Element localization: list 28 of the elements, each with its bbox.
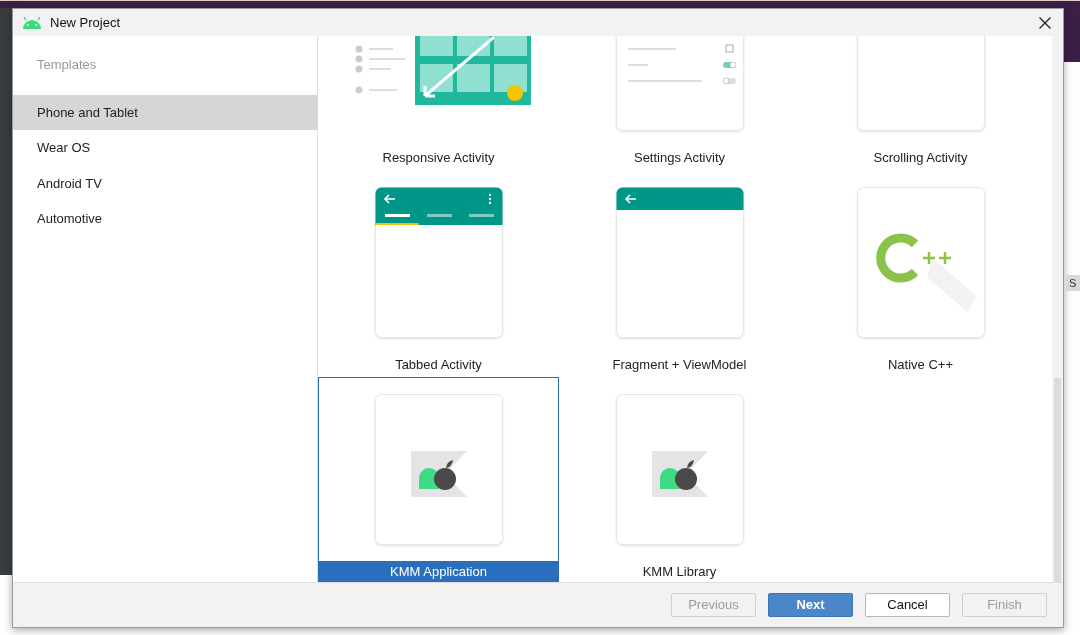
android-icon xyxy=(22,16,42,29)
window-title: New Project xyxy=(50,13,121,32)
template-label: Settings Activity xyxy=(632,149,726,167)
template-label: Fragment + ViewModel xyxy=(611,356,748,374)
scrollbar[interactable] xyxy=(1052,36,1063,582)
dialog-button[interactable]: Cancel xyxy=(865,593,950,617)
sidebar-item[interactable]: Android TV xyxy=(13,165,317,201)
dialog-button[interactable]: Next xyxy=(768,593,853,617)
close-icon xyxy=(1039,16,1051,29)
background-text: S xyxy=(1066,275,1080,291)
template-label: Tabbed Activity xyxy=(394,356,483,374)
template-label: KMM Library xyxy=(641,563,718,581)
template-tile[interactable]: Scrolling Activity xyxy=(800,36,1041,170)
sidebar-item[interactable]: Wear OS xyxy=(13,130,317,166)
sidebar-item[interactable]: Automotive xyxy=(13,201,317,237)
template-tile[interactable]: KMM Application xyxy=(318,377,559,582)
sidebar-item[interactable]: Phone and Tablet xyxy=(13,94,317,130)
template-label: KMM Application xyxy=(319,561,558,582)
template-tile[interactable]: KMM Library xyxy=(559,377,800,582)
template-tile[interactable]: Fragment + ViewModel xyxy=(559,170,800,377)
template-tile[interactable]: Native C++ xyxy=(800,170,1041,377)
template-label: Responsive Activity xyxy=(381,149,496,167)
template-tile[interactable]: Settings Activity xyxy=(559,36,800,170)
template-label: Native C++ xyxy=(886,356,954,374)
section-heading: Templates xyxy=(36,56,98,74)
template-tile[interactable]: Tabbed Activity xyxy=(318,170,559,377)
template-tile[interactable]: Responsive Activity xyxy=(318,36,559,170)
template-label: Scrolling Activity xyxy=(872,149,969,167)
